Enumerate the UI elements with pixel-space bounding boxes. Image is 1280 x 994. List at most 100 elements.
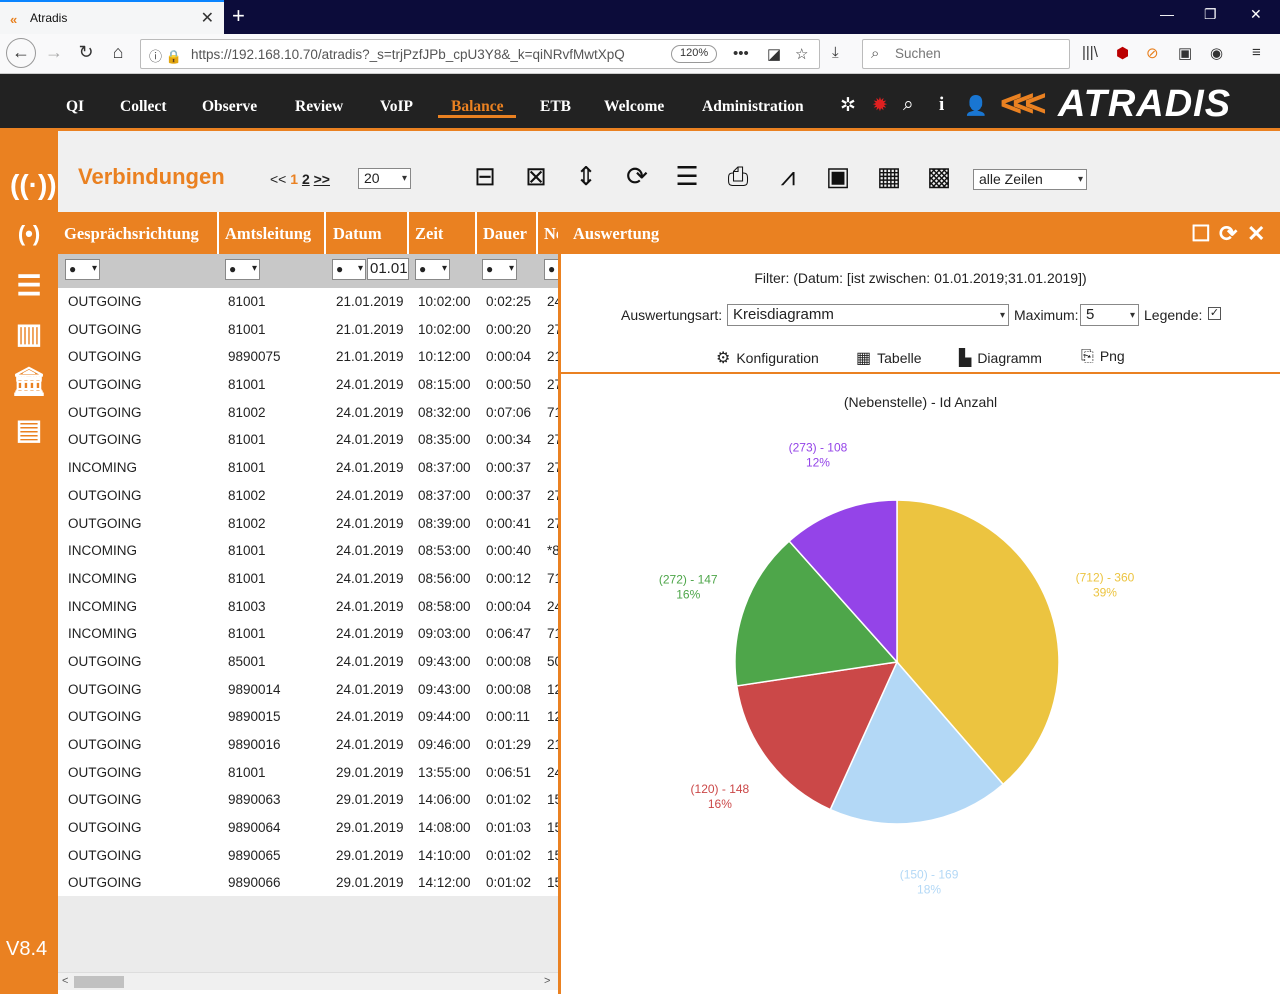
- menu-welcome[interactable]: Welcome: [604, 98, 664, 116]
- account-icon[interactable]: ◉: [1210, 44, 1223, 62]
- maximum-select[interactable]: 5 ▾: [1080, 304, 1139, 326]
- page-size-select[interactable]: 20 ▾: [358, 168, 411, 189]
- table-row[interactable]: OUTGOING 9890065 29.01.2019 14:10:00 0:01:02…: [58, 842, 558, 870]
- table-row[interactable]: INCOMING 81001 24.01.2019 08:56:00 0:00:12 71: [58, 565, 558, 593]
- chart-icon[interactable]: ⩘: [771, 159, 805, 193]
- table-row[interactable]: OUTGOING 9890063 29.01.2019 14:06:00 0:01:02…: [58, 786, 558, 814]
- menu-qi[interactable]: QI: [66, 98, 84, 116]
- pager-next[interactable]: >>: [314, 171, 330, 187]
- filter-dauer[interactable]: ● ▾: [482, 259, 517, 280]
- pager-page-1[interactable]: 1: [290, 171, 298, 187]
- zoom-level[interactable]: 120%: [671, 45, 718, 63]
- konfiguration-button[interactable]: ⚙ Konfiguration: [716, 348, 819, 368]
- columns-icon[interactable]: ▥: [10, 317, 48, 350]
- gear-icon[interactable]: ✹: [872, 94, 888, 117]
- diagramm-button[interactable]: ▙ Diagramm: [959, 348, 1042, 368]
- pocket-icon[interactable]: ◪: [767, 45, 781, 63]
- minimize-icon[interactable]: —: [1160, 6, 1174, 22]
- save-icon[interactable]: ▣: [821, 159, 855, 193]
- header-datum[interactable]: Datum: [333, 224, 382, 244]
- maximize-icon[interactable]: ☐: [1191, 221, 1211, 247]
- auswertungsart-select[interactable]: Kreisdiagramm ▾: [727, 304, 1009, 326]
- column-left-icon[interactable]: ⊟: [468, 159, 502, 193]
- table-row[interactable]: OUTGOING 81001 21.01.2019 10:02:00 0:02:25 24: [58, 288, 558, 316]
- user-icon[interactable]: 👤: [964, 94, 988, 118]
- forward-icon[interactable]: →: [42, 42, 66, 63]
- ublock-icon[interactable]: ⬢: [1116, 44, 1129, 62]
- search-icon[interactable]: ⌕: [903, 94, 914, 116]
- scroll-right-icon[interactable]: >: [544, 975, 550, 987]
- document-icon[interactable]: ▤: [10, 413, 48, 446]
- pager-prev[interactable]: <<: [270, 171, 286, 187]
- header-zeit[interactable]: Zeit: [415, 224, 443, 244]
- page-actions-icon[interactable]: •••: [733, 45, 749, 62]
- site-info-icon[interactable]: ⓘ 🔒: [149, 46, 182, 65]
- menu-etb[interactable]: ETB: [540, 98, 571, 116]
- png-button[interactable]: ⎘ Png: [1081, 348, 1125, 366]
- rows-select[interactable]: alle Zeilen ▾: [973, 169, 1087, 190]
- table-row[interactable]: OUTGOING 9890015 24.01.2019 09:44:00 0:00:11…: [58, 703, 558, 731]
- print-icon[interactable]: ⎙: [721, 159, 755, 193]
- table-row[interactable]: INCOMING 81001 24.01.2019 08:53:00 0:00:40 *8: [58, 537, 558, 565]
- header-dauer[interactable]: Dauer: [483, 224, 527, 244]
- pager-page-2[interactable]: 2: [302, 171, 310, 187]
- close-tab-icon[interactable]: ✕: [201, 8, 214, 28]
- header-nebenstelle[interactable]: Ne: [544, 224, 558, 244]
- menu-review[interactable]: Review: [295, 98, 343, 116]
- horizontal-scrollbar[interactable]: < >: [58, 972, 558, 990]
- hamburger-menu-icon[interactable]: ≡: [1252, 44, 1261, 61]
- calculator-icon[interactable]: ▦: [872, 159, 906, 193]
- table-row[interactable]: OUTGOING 81001 21.01.2019 10:02:00 0:00:20 27: [58, 316, 558, 344]
- restore-icon[interactable]: ❐: [1204, 6, 1217, 23]
- browser-tab[interactable]: « Atradis ✕: [0, 0, 224, 34]
- table-row[interactable]: OUTGOING 85001 24.01.2019 09:43:00 0:00:08 50: [58, 648, 558, 676]
- broadcast-icon[interactable]: (•): [10, 221, 48, 247]
- table-row[interactable]: INCOMING 81003 24.01.2019 08:58:00 0:00:04 24: [58, 593, 558, 621]
- antenna-icon[interactable]: ((·)): [10, 169, 57, 201]
- info-icon[interactable]: i: [939, 94, 944, 116]
- table-row[interactable]: OUTGOING 81002 24.01.2019 08:37:00 0:00:37 27: [58, 482, 558, 510]
- reload-icon[interactable]: ↻: [74, 42, 98, 63]
- scrollbar-thumb[interactable]: [74, 976, 124, 988]
- filter-datum-operator[interactable]: ● ▾: [332, 259, 366, 280]
- table-row[interactable]: OUTGOING 9890014 24.01.2019 09:43:00 0:00:08…: [58, 676, 558, 704]
- back-icon[interactable]: ←: [6, 38, 36, 68]
- refresh-icon[interactable]: ⟳: [1219, 221, 1237, 247]
- filter-gespraechsrichtung[interactable]: ● ▾: [65, 259, 100, 280]
- bookmark-star-icon[interactable]: ☆: [795, 45, 808, 63]
- table-row[interactable]: INCOMING 81001 24.01.2019 08:37:00 0:00:37 27: [58, 454, 558, 482]
- spinner-icon[interactable]: ✲: [840, 94, 856, 117]
- download-icon[interactable]: ⤓: [832, 44, 839, 61]
- legende-checkbox[interactable]: ✓: [1208, 307, 1221, 320]
- table-row[interactable]: OUTGOING 81001 24.01.2019 08:15:00 0:00:50 27: [58, 371, 558, 399]
- home-icon[interactable]: ⌂: [106, 42, 130, 63]
- close-icon[interactable]: ✕: [1247, 221, 1265, 247]
- row-height-icon[interactable]: ⇕: [569, 159, 603, 193]
- header-gespraechsrichtung[interactable]: Gesprächsrichtung: [64, 224, 199, 244]
- menu-observe[interactable]: Observe: [202, 98, 257, 116]
- edit-grid-icon[interactable]: ▩: [922, 159, 956, 193]
- search-input[interactable]: [895, 46, 1055, 61]
- new-tab-icon[interactable]: +: [232, 3, 245, 29]
- scroll-left-icon[interactable]: <: [62, 975, 68, 987]
- menu-collect[interactable]: Collect: [120, 98, 166, 116]
- table-row[interactable]: OUTGOING 81002 24.01.2019 08:32:00 0:07:06 71: [58, 399, 558, 427]
- menu-voip[interactable]: VoIP: [380, 98, 413, 116]
- table-row[interactable]: INCOMING 81001 24.01.2019 09:03:00 0:06:47 71: [58, 620, 558, 648]
- search-bar[interactable]: ⌕: [862, 39, 1070, 69]
- menu-administration[interactable]: Administration: [702, 98, 804, 116]
- table-row[interactable]: OUTGOING 9890066 29.01.2019 14:12:00 0:01:02…: [58, 869, 558, 897]
- filter-zeit[interactable]: ● ▾: [415, 259, 450, 280]
- bank-icon[interactable]: 🏛: [10, 365, 48, 398]
- coins-icon[interactable]: ☰: [10, 269, 48, 302]
- table-row[interactable]: OUTGOING 9890075 21.01.2019 10:12:00 0:00:04…: [58, 343, 558, 371]
- filter-amtsleitung[interactable]: ● ▾: [225, 259, 260, 280]
- extension-icon[interactable]: ⊘: [1146, 44, 1159, 62]
- reader-view-icon[interactable]: ▣: [1178, 44, 1192, 62]
- close-window-icon[interactable]: ✕: [1250, 6, 1262, 23]
- header-amtsleitung[interactable]: Amtsleitung: [225, 224, 311, 244]
- library-icon[interactable]: |||\: [1082, 44, 1098, 61]
- filter-datum-input[interactable]: 01.01: [367, 258, 409, 280]
- table-row[interactable]: OUTGOING 81001 29.01.2019 13:55:00 0:06:51 24: [58, 759, 558, 787]
- column-remove-icon[interactable]: ⊠: [519, 159, 553, 193]
